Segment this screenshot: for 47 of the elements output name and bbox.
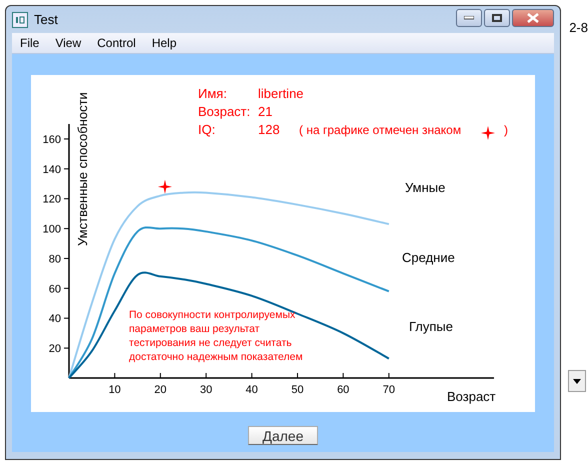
dropdown-button[interactable] [568, 370, 586, 392]
y-tick-label: 120 [42, 194, 61, 206]
minimize-button[interactable] [456, 8, 482, 26]
x-tick-label: 60 [337, 384, 350, 396]
y-tick-label: 160 [42, 134, 61, 146]
x-tick-label: 20 [154, 384, 167, 396]
app-icon [12, 12, 28, 28]
menu-item[interactable]: Help [144, 36, 185, 50]
background-text: 2-8 [569, 20, 588, 35]
x-tick-label: 70 [382, 384, 396, 396]
series-label: Средние [402, 250, 455, 265]
caret-icon [573, 378, 581, 384]
info-value: 128 [258, 122, 280, 137]
info-label: Имя: [198, 86, 227, 101]
result-note: По совокупности контролируемых параметров ваш результат тестирования не следует считать достаточно надежным показателем [129, 308, 304, 364]
x-axis-label: Возраст [447, 389, 496, 404]
series-label: Умные [405, 180, 446, 195]
minimize-icon [464, 16, 474, 20]
maximize-button[interactable] [484, 8, 510, 26]
series-label: Глупые [409, 319, 454, 334]
x-tick-label: 50 [291, 384, 304, 396]
info-note: ( на графике отмечен знаком [299, 123, 462, 137]
info-value: 21 [258, 104, 272, 119]
y-tick-label: 100 [42, 224, 61, 236]
close-button[interactable] [512, 8, 554, 26]
info-label: Возраст: [198, 104, 250, 119]
y-tick-label: 20 [48, 343, 61, 356]
y-tick-label: 140 [42, 164, 61, 176]
x-tick-label: 10 [108, 384, 121, 396]
y-axis-label: Умственные способности [75, 92, 90, 246]
star-marker-icon [158, 180, 172, 194]
x-tick-label: 40 [246, 384, 258, 396]
y-tick-label: 60 [48, 283, 61, 296]
info-label: IQ: [198, 122, 216, 137]
next-button[interactable]: Далее [248, 426, 318, 445]
menu-item[interactable]: Control [89, 36, 144, 50]
y-tick-label: 40 [48, 313, 61, 326]
maximize-icon [492, 14, 502, 22]
y-tick-label: 80 [48, 253, 61, 266]
close-icon [527, 12, 539, 22]
info-value: libertine [258, 86, 304, 101]
window-title: Test [34, 12, 59, 27]
legend-star-icon [481, 126, 495, 140]
menu-item[interactable]: File [12, 36, 48, 50]
info-note: ) [504, 123, 508, 137]
x-tick-label: 30 [200, 384, 212, 396]
menu-item[interactable]: View [47, 36, 90, 50]
